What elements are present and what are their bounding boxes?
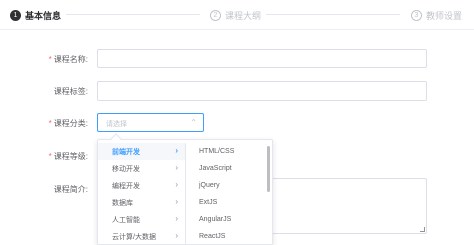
cascader-item-extjs[interactable]: ExtJS (187, 194, 273, 211)
chevron-right-icon: › (175, 163, 178, 172)
cascader-menu-level1: 前端开发 › 移动开发 › 编程开发 › 数据库 › 人工智能 › 云计算/大数… (98, 143, 186, 244)
step-connector (66, 14, 200, 15)
cascader-item-angularjs[interactable]: AngularJS (187, 211, 273, 228)
chevron-right-icon: › (175, 197, 178, 206)
step-teacher-settings[interactable]: 3 教师设置 (411, 8, 462, 22)
step-connector (266, 14, 400, 15)
chevron-right-icon: › (175, 214, 178, 223)
cascader-menu-level2: HTML/CSS JavaScript jQuery ExtJS Angular… (187, 143, 273, 244)
cascader-item-html-css[interactable]: HTML/CSS (187, 143, 273, 160)
required-mark: * (48, 152, 52, 161)
course-category-label: * 课程分类: (48, 119, 88, 128)
course-name-input[interactable] (97, 49, 427, 68)
cascader-item-mobile[interactable]: 移动开发 › (98, 160, 185, 177)
step-course-outline[interactable]: 2 课程大纲 (210, 8, 261, 22)
cascader-item-programming[interactable]: 编程开发 › (98, 177, 185, 194)
course-tag-input[interactable] (97, 81, 427, 101)
cascader-scrollbar[interactable] (267, 146, 270, 192)
course-tag-label: 课程标签: (53, 87, 88, 96)
chevron-up-icon: ⌃ (190, 118, 197, 127)
chevron-right-icon: › (175, 231, 178, 240)
cascader-item-jquery[interactable]: jQuery (187, 177, 273, 194)
course-intro-label: 课程简介: (53, 185, 88, 194)
cascader-item-ai[interactable]: 人工智能 › (98, 211, 185, 228)
step-label-basic-info: 基本信息 (25, 10, 62, 21)
cascader-item-reactjs[interactable]: ReactJS (187, 228, 273, 245)
cascader-item-cloud[interactable]: 云计算/大数据 › (98, 228, 185, 245)
step-number-3: 3 (411, 9, 422, 21)
chevron-right-icon: › (175, 146, 178, 155)
step-number-1: 1 (10, 9, 21, 21)
category-cascader-dropdown: 前端开发 › 移动开发 › 编程开发 › 数据库 › 人工智能 › 云计算/大数… (97, 133, 273, 245)
steps-bar: 1 基本信息 2 课程大纲 3 教师设置 (0, 0, 474, 30)
step-basic-info[interactable]: 1 基本信息 (10, 8, 61, 22)
course-level-label: * 课程等级: (48, 152, 88, 161)
resize-handle-icon[interactable] (420, 227, 425, 232)
step-number-2: 2 (210, 9, 221, 21)
course-name-label: * 课程名称: (48, 55, 88, 64)
step-label-teacher-settings: 教师设置 (426, 10, 463, 21)
cascader-item-database[interactable]: 数据库 › (98, 194, 185, 211)
step-label-course-outline: 课程大纲 (225, 10, 262, 21)
cascader-item-javascript[interactable]: JavaScript (187, 160, 273, 177)
category-placeholder: 请选择 (106, 121, 127, 128)
chevron-right-icon: › (175, 180, 178, 189)
required-mark: * (48, 119, 52, 128)
course-category-select[interactable]: 请选择 ⌃ (97, 113, 204, 132)
cascader-item-frontend[interactable]: 前端开发 › (98, 143, 185, 160)
required-mark: * (48, 55, 52, 64)
